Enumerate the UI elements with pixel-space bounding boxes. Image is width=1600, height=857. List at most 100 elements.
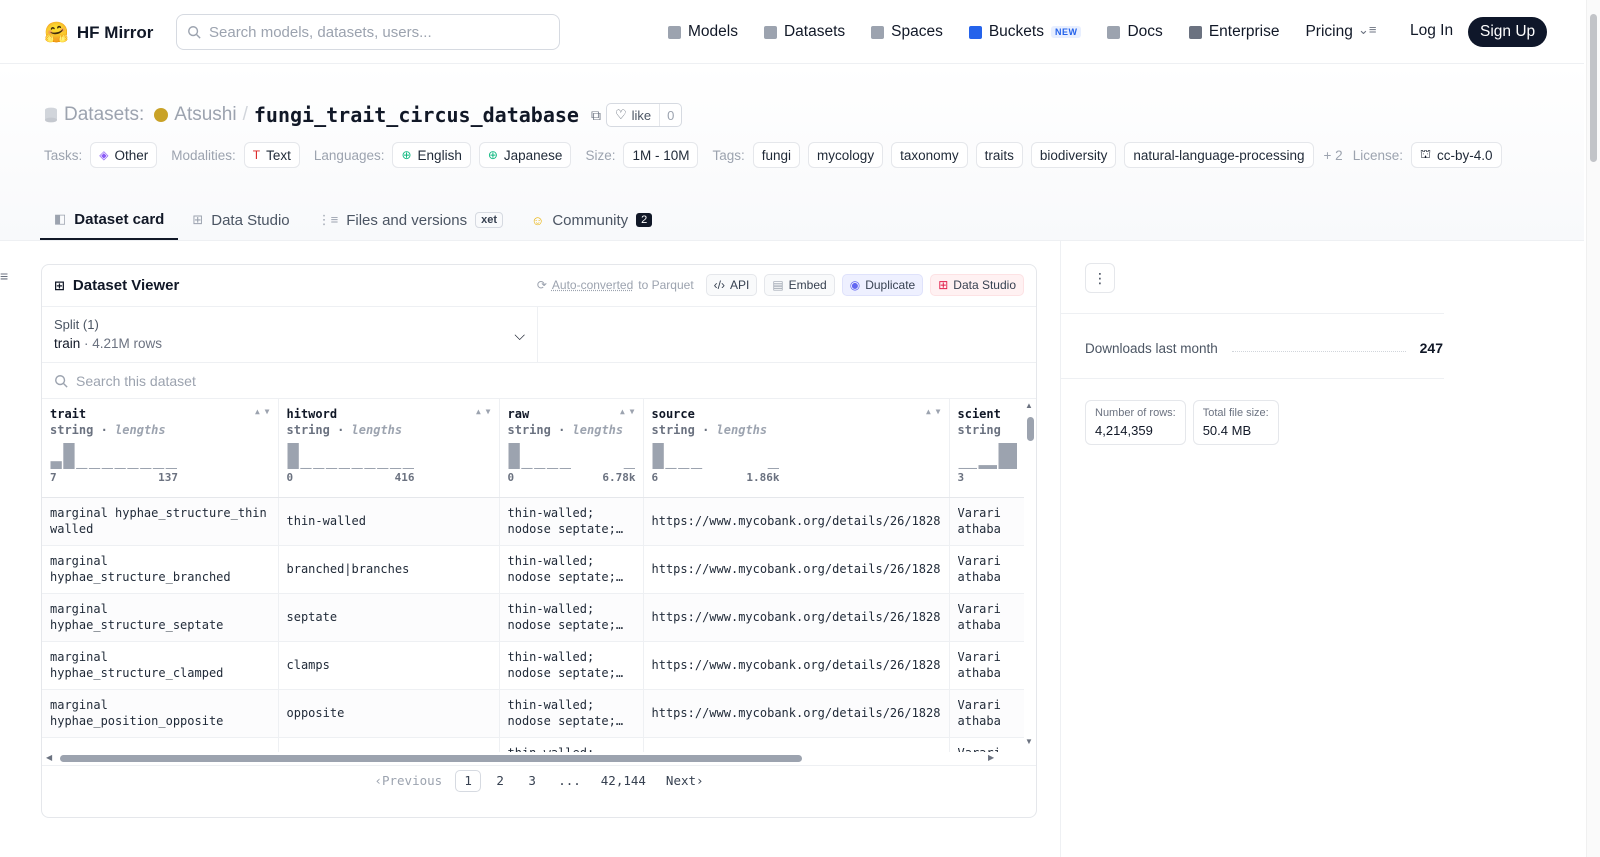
histogram-bar[interactable] <box>299 467 312 469</box>
repo-owner-link[interactable]: Atsushi <box>174 104 236 126</box>
histogram-bar[interactable] <box>287 443 299 469</box>
duplicate-button[interactable]: ◉ Duplicate <box>841 274 924 296</box>
task-tag[interactable]: ◈ Other <box>90 142 158 168</box>
histogram-bar[interactable] <box>389 468 401 469</box>
page-link[interactable]: 3 <box>519 770 545 792</box>
page-link[interactable]: 2 <box>487 770 513 792</box>
api-button[interactable]: ‹/› API <box>705 274 758 296</box>
table-cell[interactable]: https://www.mycobank.org/details/26/1828 <box>643 497 950 546</box>
repo-name-link[interactable]: fungi_trait_circus_database <box>254 103 579 127</box>
column-histogram[interactable] <box>287 443 415 469</box>
table-cell[interactable]: thin-walled; nodose septate; branched; 4… <box>499 593 644 642</box>
histogram-bar[interactable] <box>88 468 101 469</box>
column-histogram[interactable] <box>958 443 1018 469</box>
histogram-bar[interactable] <box>127 468 139 469</box>
global-search-box[interactable] <box>176 14 560 50</box>
page-link[interactable]: 1 <box>455 769 482 792</box>
table-cell[interactable]: Varari athaba <box>949 641 1036 690</box>
nav-item-models[interactable]: Models <box>668 23 738 41</box>
nav-item-buckets[interactable]: Buckets NEW <box>968 23 1082 41</box>
table-row[interactable]: marginal hyphae_structure_thin walled thi… <box>42 497 1036 546</box>
histogram-bar[interactable] <box>623 468 635 469</box>
histogram-bar[interactable] <box>664 467 677 469</box>
histogram-bar[interactable] <box>140 468 152 469</box>
column-header-raw[interactable]: raw string · lengths ▲ ▼ 0 6.78k <box>499 399 644 498</box>
histogram-bar[interactable] <box>101 468 113 469</box>
copy-icon[interactable]: ⧉ <box>591 107 601 124</box>
histogram-bar[interactable] <box>351 468 363 469</box>
split-selector[interactable]: Split (1) train · 4.21M rows ⌵ <box>42 307 538 362</box>
histogram-bar[interactable] <box>165 468 177 469</box>
more-tags-link[interactable]: + 2 <box>1324 148 1343 163</box>
page-scrollbar[interactable] <box>1586 0 1600 857</box>
topic-tag[interactable]: traits <box>975 142 1023 168</box>
like-button[interactable]: ♡ like 0 <box>606 103 683 127</box>
nav-item-spaces[interactable]: Spaces <box>871 23 943 41</box>
table-cell[interactable]: Varari athaba <box>949 689 1036 738</box>
table-horizontal-scrollbar[interactable]: ◀ ▶ <box>42 752 1024 765</box>
histogram-bar[interactable] <box>402 468 414 469</box>
table-row[interactable]: marginal hyphae_structure_septate septate… <box>42 593 1036 642</box>
table-cell[interactable]: thin-walled <box>278 497 500 546</box>
scroll-up-icon[interactable]: ▲ <box>1025 401 1033 410</box>
embed-button[interactable]: ▤ Embed <box>764 274 835 296</box>
table-cell[interactable]: thin-walled; nodose septate; branched; 4… <box>499 641 644 690</box>
sort-icon[interactable]: ▲ ▼ <box>926 408 940 416</box>
table-cell[interactable]: https://www.mycobank.org/details/26/1828 <box>643 545 950 594</box>
language-tag[interactable]: ⊕ English <box>392 142 471 168</box>
table-cell[interactable]: https://www.mycobank.org/details/26/1828 <box>643 641 950 690</box>
table-cell[interactable]: Varari athaba <box>949 497 1036 546</box>
language-tag[interactable]: ⊕ Japanese <box>478 142 572 168</box>
scroll-left-icon[interactable]: ◀ <box>46 753 52 762</box>
menu-icon[interactable]: ⌄≡ <box>1358 22 1376 38</box>
page-scrollbar-thumb[interactable] <box>1590 14 1597 162</box>
table-cell[interactable]: opposite <box>278 689 500 738</box>
modality-tag[interactable]: T Text <box>243 142 300 168</box>
sort-icon[interactable]: ▲ ▼ <box>620 408 634 416</box>
topic-tag[interactable]: taxonomy <box>891 142 968 168</box>
histogram-bar[interactable] <box>325 468 337 469</box>
table-cell[interactable]: https://www.mycobank.org/details/26/1828 <box>643 689 950 738</box>
histogram-bar[interactable] <box>520 467 533 469</box>
toc-icon[interactable]: ≡ <box>0 268 8 284</box>
column-header-source[interactable]: source string · lengths ▲ ▼ 6 1.86k <box>643 399 950 498</box>
next-page-button[interactable]: Next › <box>659 770 711 792</box>
column-header-trait[interactable]: trait string · lengths ▲ ▼ 7 137 <box>42 399 279 498</box>
histogram-bar[interactable] <box>958 467 977 469</box>
column-header-hitword[interactable]: hitword string · lengths ▲ ▼ 0 416 <box>278 399 500 498</box>
histogram-bar[interactable] <box>63 443 75 469</box>
histogram-bar[interactable] <box>50 461 62 469</box>
histogram-bar[interactable] <box>76 467 88 469</box>
table-row[interactable]: marginal hyphae_structure_clamped clamps t… <box>42 641 1036 690</box>
tab-files-and-versions[interactable]: ⋮≡ Files and versions xet <box>304 200 517 240</box>
table-row[interactable]: marginal hyphae_position_opposite opposit… <box>42 689 1036 738</box>
histogram-bar[interactable] <box>559 468 571 469</box>
topic-tag[interactable]: mycology <box>808 142 884 168</box>
table-cell[interactable]: Varari athaba <box>949 545 1036 594</box>
license-tag[interactable]: ⛫ cc-by-4.0 <box>1410 142 1502 168</box>
previous-page-button[interactable]: ‹ Previous <box>367 770 449 792</box>
table-cell[interactable]: marginal hyphae_structure_clamped <box>42 641 279 690</box>
table-cell[interactable]: marginal hyphae_structure_septate <box>42 593 279 642</box>
site-logo[interactable]: 🤗 HF Mirror <box>44 20 153 45</box>
histogram-bar[interactable] <box>376 468 388 469</box>
more-options-button[interactable]: ⋮ <box>1085 263 1115 293</box>
histogram-bar[interactable] <box>978 465 997 469</box>
histogram-bar[interactable] <box>677 468 689 469</box>
topic-tag[interactable]: natural-language-processing <box>1124 142 1314 168</box>
sort-icon[interactable]: ▲ ▼ <box>476 408 490 416</box>
column-histogram[interactable] <box>508 443 636 469</box>
histogram-bar[interactable] <box>652 443 664 469</box>
histogram-bar[interactable] <box>998 443 1017 469</box>
table-horizontal-scrollbar-thumb[interactable] <box>60 755 802 762</box>
dataset-search[interactable] <box>42 363 1036 399</box>
nav-item-docs[interactable]: Docs <box>1107 23 1163 41</box>
histogram-bar[interactable] <box>114 468 126 469</box>
histogram-bar[interactable] <box>508 443 520 469</box>
data-studio-button[interactable]: ⊞ Data Studio <box>930 274 1024 296</box>
table-vertical-scrollbar-thumb[interactable] <box>1027 417 1034 441</box>
scroll-right-icon[interactable]: ▶ <box>988 753 994 762</box>
column-header-scient[interactable]: scient string 3 <box>949 399 1036 498</box>
scroll-down-icon[interactable]: ▼ <box>1025 737 1033 746</box>
column-histogram[interactable] <box>652 443 780 469</box>
